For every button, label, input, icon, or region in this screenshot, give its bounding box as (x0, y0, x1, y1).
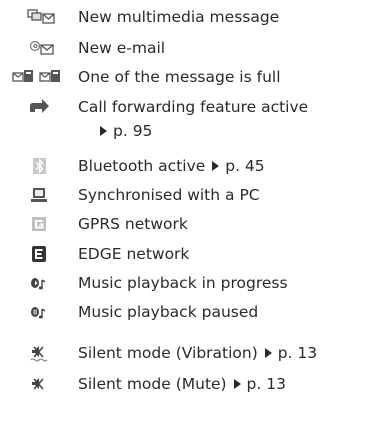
email-icon (8, 37, 70, 59)
edge-icon (8, 243, 70, 265)
item-label: Bluetooth active p. 45 (78, 157, 265, 175)
item-label: Call forwarding feature active (78, 98, 309, 116)
multimedia-message-icon (8, 6, 70, 28)
item-label: Silent mode (Mute) p. 13 (78, 375, 286, 393)
item-label: New e-mail (78, 39, 166, 57)
item-label: Music playback in progress (78, 274, 288, 292)
gprs-icon (8, 213, 70, 235)
bluetooth-icon (8, 155, 70, 177)
triangle-right-icon (233, 379, 241, 389)
item-label: Silent mode (Vibration) p. 13 (78, 344, 318, 362)
item-label: EDGE network (78, 245, 190, 263)
music-paused-icon (8, 301, 70, 323)
item-label: One of the message is full (78, 68, 281, 86)
music-playing-icon (8, 272, 70, 294)
silent-vibration-icon (8, 342, 70, 364)
call-forwarding-icon (8, 96, 70, 118)
page-ref: p. 13 (277, 344, 318, 362)
item-label: GPRS network (78, 215, 188, 233)
triangle-right-icon (100, 126, 107, 136)
item-label: New multimedia message (78, 8, 280, 26)
page-ref: p. 13 (246, 375, 286, 393)
page-ref: p. 95 (113, 122, 153, 140)
page-ref: p. 45 (225, 157, 265, 175)
silent-mute-icon (8, 373, 70, 395)
item-label: Music playback paused (78, 303, 259, 321)
pc-sync-icon (8, 184, 70, 206)
triangle-right-icon (212, 161, 220, 171)
triangle-right-icon (264, 348, 272, 358)
item-label: Synchronised with a PC (78, 186, 260, 204)
message-full-icon (8, 66, 70, 88)
